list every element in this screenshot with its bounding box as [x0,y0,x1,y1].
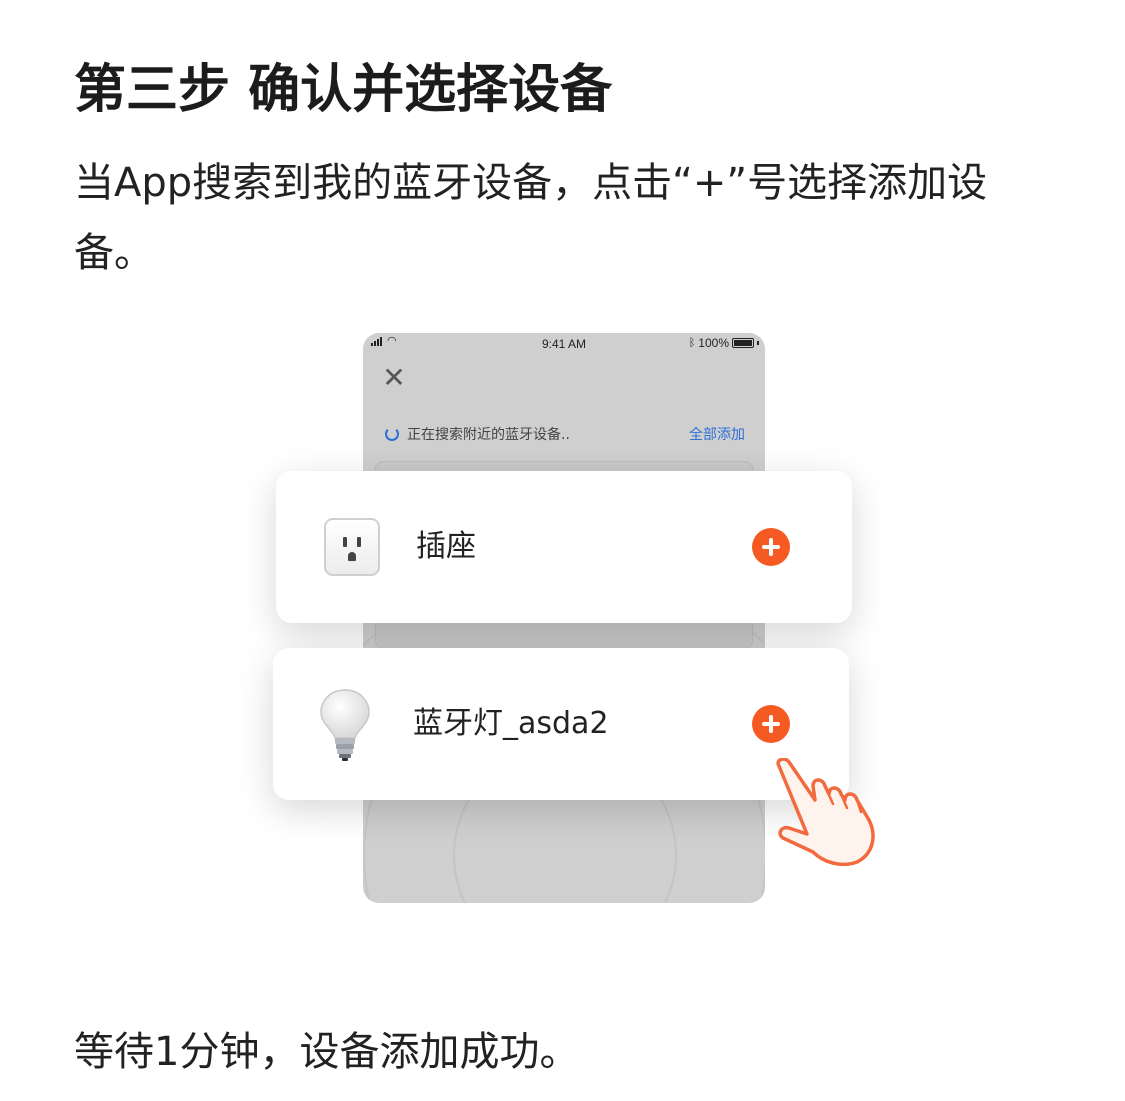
device-name: 蓝牙灯_asda2 [413,706,609,741]
bluetooth-icon: ᛒ [688,337,696,349]
add-device-button[interactable] [752,705,790,743]
device-name: 插座 [416,529,476,564]
status-right: ᛒ 100% [689,336,759,350]
device-card-bulb[interactable]: 蓝牙灯_asda2 [273,648,849,800]
search-status-row: 正在搜索附近的蓝牙设备.. 全部添加 [385,424,745,444]
footer-note: 等待1分钟，设备添加成功。 [74,1029,580,1075]
battery-icon [732,338,754,348]
add-all-button[interactable]: 全部添加 [689,424,745,444]
search-status-text: 正在搜索附近的蓝牙设备.. [407,427,570,443]
status-bar: ◠ 9:41 AM ᛒ 100% [363,333,765,355]
loading-spinner-icon [385,427,399,441]
battery-percent: 100% [698,336,729,350]
add-device-button[interactable] [752,528,790,566]
battery-cap [757,341,759,345]
close-icon[interactable]: ✕ [381,364,407,392]
step-title: 第三步 确认并选择设备 [74,60,613,120]
step-description: 当App搜索到我的蓝牙设备，点击“+”号选择添加设备。 [74,160,988,276]
socket-icon [324,518,380,576]
device-card-socket[interactable]: 插座 [276,471,852,623]
bulb-icon [320,689,370,761]
pointing-hand-icon [776,758,875,866]
